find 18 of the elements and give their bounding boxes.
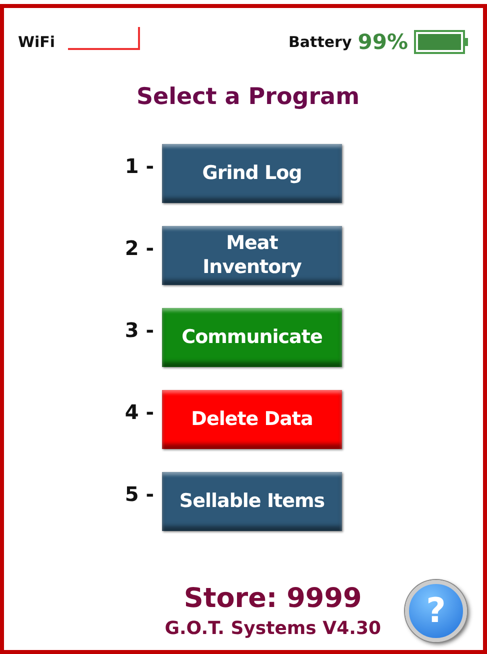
program-number: 3 - — [124, 318, 154, 342]
program-button[interactable]: Meat Inventory — [162, 226, 342, 285]
program-button[interactable]: Grind Log — [162, 144, 342, 203]
page-title: Select a Program — [135, 84, 361, 110]
store-number: Store: 9999 — [184, 583, 362, 614]
battery-label: Battery — [288, 33, 352, 51]
program-number: 1 - — [124, 154, 154, 178]
program-number: 5 - — [124, 482, 154, 506]
program-button[interactable]: Sellable Items — [162, 472, 342, 531]
battery-icon — [414, 30, 469, 54]
program-number: 4 - — [124, 400, 154, 424]
signal-indicator-icon — [67, 26, 142, 50]
program-number: 2 - — [124, 236, 154, 260]
version-label: G.O.T. Systems V4.30 — [164, 618, 381, 639]
battery-percent: 99% — [358, 30, 408, 54]
wifi-label: WiFi — [18, 33, 56, 51]
program-button[interactable]: Communicate — [162, 308, 342, 367]
program-button[interactable]: Delete Data — [162, 390, 342, 449]
